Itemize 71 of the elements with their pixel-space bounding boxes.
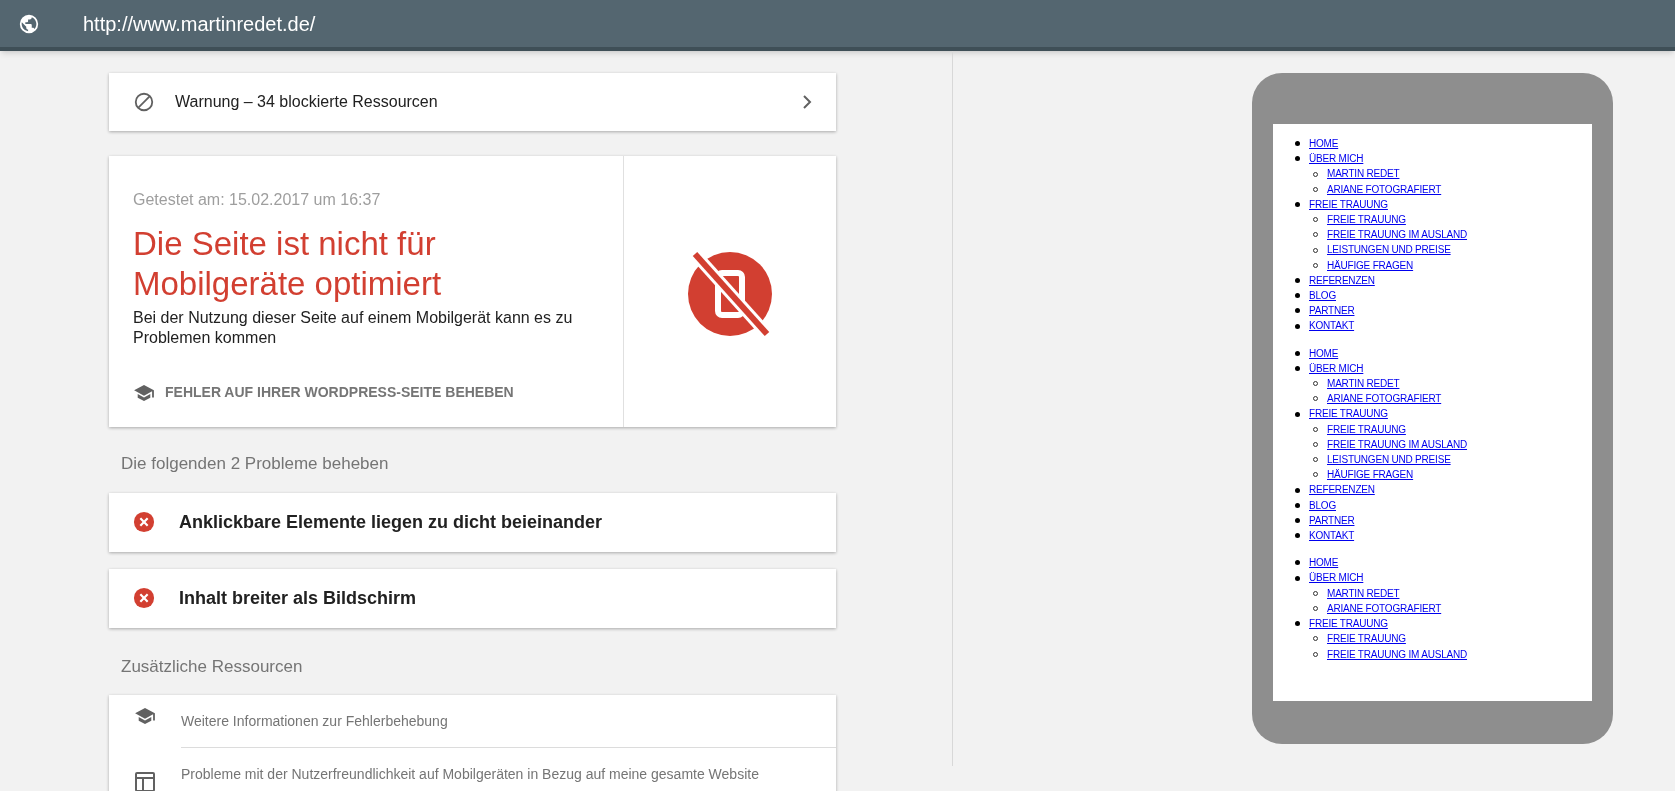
menu-link[interactable]: HOME <box>1309 136 1339 152</box>
menu-link[interactable]: FREIE TRAUUNG <box>1327 212 1406 228</box>
url-text[interactable]: http://www.martinredet.de/ <box>83 8 316 39</box>
bullet-icon <box>1295 141 1300 147</box>
menu-link[interactable]: BLOG <box>1309 288 1336 304</box>
menu-link[interactable]: LEISTUNGEN UND PREISE <box>1327 242 1451 258</box>
menu-link[interactable]: ÜBER MICH <box>1309 360 1364 377</box>
resource-link[interactable]: Probleme mit der Nutzerfreundlichkeit auf Mobilgeräten in Bezug auf meine gesamte Website <box>181 766 759 782</box>
globe-icon <box>18 12 40 35</box>
menu-link[interactable]: LEISTUNGEN UND PREISE <box>1327 452 1451 468</box>
error-icon <box>133 587 155 609</box>
menu-link[interactable]: HOME <box>1309 555 1339 571</box>
bullet-icon <box>1295 411 1300 417</box>
menu-link[interactable]: BLOG <box>1309 497 1336 513</box>
menu-link[interactable]: KONTAKT <box>1309 318 1355 334</box>
bullet-icon <box>1295 365 1300 371</box>
bullet-icon <box>1295 156 1300 162</box>
menu-link[interactable]: MARTIN REDET <box>1327 376 1400 392</box>
bullet-icon <box>1295 533 1300 539</box>
bullet-icon <box>1295 277 1300 283</box>
problem-card[interactable]: Anklickbare Elemente liegen zu dicht beieinander <box>109 492 836 552</box>
test-date: Getestet am: 15.02.2017 um 16:37 <box>133 190 382 210</box>
bullet-icon <box>1295 308 1300 314</box>
bullet-icon <box>1295 575 1300 581</box>
result-title: Die Seite ist nicht für Mobilgeräte optimiert <box>133 224 443 304</box>
resources-heading: Zusätzliche Ressourcen <box>121 655 304 678</box>
menu-link[interactable]: ARIANE FOTOGRAFIERT <box>1327 391 1442 407</box>
warning-text: Warnung – 34 blockierte Ressourcen <box>175 92 439 112</box>
menu-link[interactable]: HÄUFIGE FRAGEN <box>1327 467 1414 483</box>
menu-link[interactable]: HOME <box>1309 345 1339 361</box>
menu-link[interactable]: FREIE TRAUUNG IM AUSLAND <box>1327 227 1468 243</box>
menu-link[interactable]: FREIE TRAUUNG IM AUSLAND <box>1327 646 1468 662</box>
warning-card[interactable]: Warnung – 34 blockierte Ressourcen <box>109 73 836 131</box>
bullet-icon <box>1295 560 1300 566</box>
bullet-icon <box>1295 487 1300 493</box>
menu-link[interactable]: FREIE TRAUUNG <box>1327 421 1406 437</box>
layout-icon <box>135 772 155 791</box>
menu-link[interactable]: REFERENZEN <box>1309 482 1375 498</box>
menu-link[interactable]: ARIANE FOTOGRAFIERT <box>1327 600 1442 617</box>
bullet-icon <box>1295 293 1300 299</box>
menu-link[interactable]: ÜBER MICH <box>1309 570 1364 586</box>
menu-link[interactable]: HÄUFIGE FRAGEN <box>1327 257 1414 273</box>
error-icon <box>133 511 155 533</box>
menu-link[interactable]: FREIE TRAUUNG <box>1309 196 1388 212</box>
school-icon <box>134 707 156 725</box>
resource-link[interactable]: Weitere Informationen zur Fehlerbehebung <box>181 713 448 729</box>
school-icon <box>133 383 155 402</box>
menu-link[interactable]: MARTIN REDET <box>1327 166 1400 182</box>
fix-link[interactable]: FEHLER AUF IHRER WORDPRESS-SEITE BEHEBEN <box>133 382 603 403</box>
menu-link[interactable]: REFERENZEN <box>1309 272 1375 289</box>
menu-link[interactable]: FREIE TRAUUNG IM AUSLAND <box>1327 436 1468 453</box>
menu-link[interactable]: FREIE TRAUUNG <box>1309 406 1388 422</box>
problems-heading: Die folgenden 2 Probleme beheben <box>121 453 390 475</box>
bullet-icon <box>1295 502 1300 508</box>
bullet-icon <box>1295 621 1300 627</box>
menu-link[interactable]: PARTNER <box>1309 303 1355 319</box>
menu-link[interactable]: KONTAKT <box>1309 528 1355 544</box>
menu-link[interactable]: MARTIN REDET <box>1327 585 1400 601</box>
bullet-icon <box>1295 323 1300 329</box>
bullet-icon <box>1295 201 1300 207</box>
blocked-icon <box>133 91 155 113</box>
result-description: Bei der Nutzung dieser Seite auf einem Mobilgerät kann es zu Problemen kommen <box>133 308 574 348</box>
menu-link[interactable]: ÜBER MICH <box>1309 151 1364 167</box>
chevron-right-icon <box>802 95 812 109</box>
menu-link[interactable]: FREIE TRAUUNG <box>1327 631 1406 647</box>
menu-link[interactable]: PARTNER <box>1309 512 1355 529</box>
menu-link[interactable]: ARIANE FOTOGRAFIERT <box>1327 181 1442 197</box>
menu-link[interactable]: FREIE TRAUUNG <box>1309 616 1388 632</box>
problem-card[interactable]: Inhalt breiter als Bildschirm <box>109 568 836 628</box>
bullet-icon <box>1295 517 1300 523</box>
bullet-icon <box>1295 350 1300 356</box>
